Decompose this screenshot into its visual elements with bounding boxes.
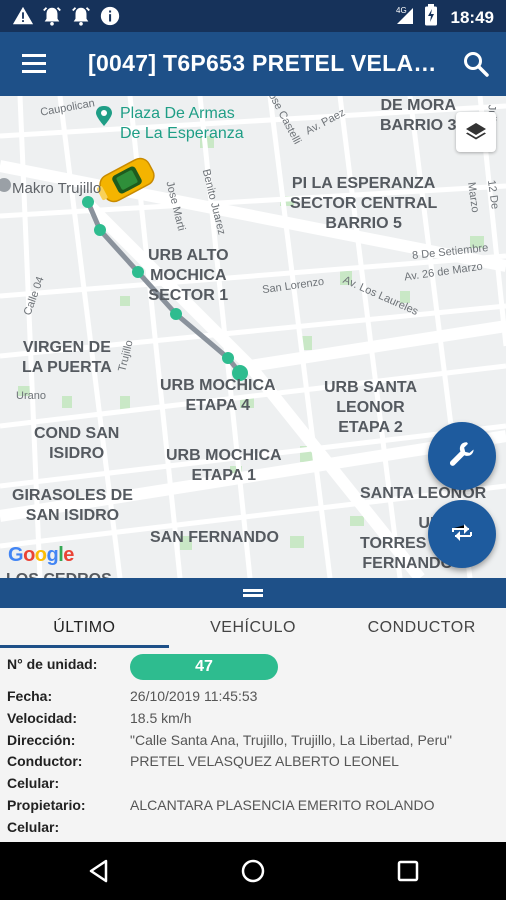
map-label-virgen-puerta: VIRGEN DE LA PUERTA <box>22 339 112 376</box>
details-panel: N° de unidad: 47 Fecha: 26/10/2019 11:45… <box>0 648 506 842</box>
celular-label: Celular: <box>7 775 60 792</box>
detail-row-conductor: Conductor: PRETEL VELASQUEZ ALBERTO LEON… <box>0 751 506 773</box>
swap-icon <box>448 518 476 551</box>
tab-conductor[interactable]: CONDUCTOR <box>337 608 506 648</box>
unit-label: N° de unidad: <box>7 656 98 672</box>
swap-button[interactable] <box>428 500 496 568</box>
map-label-urb-alto-mochica: URB ALTO MOCHICA SECTOR 1 <box>148 247 229 304</box>
map-label-urb-santa-leonor: URB SANTA LEONOR ETAPA 2 <box>324 379 418 436</box>
fecha-value: 26/10/2019 11:45:53 <box>130 688 258 704</box>
tab-bar: ÚLTIMO VEHÍCULO CONDUCTOR <box>0 608 506 648</box>
unit-badge: 47 <box>130 654 278 680</box>
propietario-value: ALCANTARA PLASENCIA EMERITO ROLANDO <box>130 796 435 813</box>
alarm-icon <box>70 5 92 32</box>
menu-icon[interactable] <box>18 50 50 78</box>
signal-4g-icon: 4G <box>395 4 415 31</box>
velocidad-label: Velocidad: <box>7 709 78 726</box>
info-icon <box>99 5 121 32</box>
system-nav-bar <box>0 842 506 900</box>
conductor-value: PRETEL VELASQUEZ ALBERTO LEONEL <box>130 753 399 770</box>
conductor-label: Conductor: <box>7 753 83 770</box>
tools-button[interactable] <box>428 422 496 490</box>
recents-icon[interactable] <box>395 858 421 884</box>
map-label-san-fernando: SAN FERNANDO <box>150 529 279 546</box>
home-icon[interactable] <box>240 858 266 884</box>
alarm-icon <box>41 5 63 32</box>
detail-row-fecha: Fecha: 26/10/2019 11:45:53 <box>0 686 506 708</box>
map-label-los-cedros: LOS CEDROS <box>6 570 112 578</box>
detail-row-velocidad: Velocidad: 18.5 km/h <box>0 708 506 730</box>
detail-row-propietario: Propietario: ALCANTARA PLASENCIA EMERITO… <box>0 795 506 817</box>
map-label-urb-mochica-4: URB MOCHICA ETAPA 4 <box>160 377 276 414</box>
google-logo: Google <box>8 544 74 566</box>
map-label-urb-mochica-1: URB MOCHICA ETAPA 1 <box>166 447 282 484</box>
tab-vehiculo[interactable]: VEHÍCULO <box>169 608 338 648</box>
vehicle-icon[interactable] <box>92 154 162 206</box>
map-label-pi-esperanza: PI LA ESPERANZA SECTOR CENTRAL BARRIO 5 <box>290 175 438 232</box>
map-label-de-mora: DE MORA BARRIO 3 <box>380 97 457 134</box>
street-label: 12 De Marzo <box>465 179 501 214</box>
detail-row-celular-propietario: Celular: <box>0 817 506 839</box>
status-bar: 4G 18:49 <box>0 0 506 32</box>
map-label-cond-san-isidro: COND SAN ISIDRO <box>34 425 120 462</box>
layers-icon[interactable] <box>456 112 496 152</box>
battery-charging-icon <box>421 4 441 31</box>
detail-row-direccion: Dirección: "Calle Santa Ana, Trujillo, T… <box>0 730 506 752</box>
direccion-value: "Calle Santa Ana, Trujillo, Trujillo, La… <box>130 731 452 748</box>
svg-text:4G: 4G <box>396 6 407 15</box>
page-title: [0047] T6P653 PRETEL VELASQUEZ ALBERTO L… <box>88 50 438 76</box>
tab-ultimo[interactable]: ÚLTIMO <box>0 608 169 648</box>
map-label-makro: Makro Trujillo <box>12 180 102 197</box>
propietario-label: Propietario: <box>7 796 86 813</box>
clock: 18:49 <box>450 7 494 27</box>
map-view[interactable]: Plaza De Armas De La Esperanza Makro Truj… <box>0 96 506 578</box>
detail-row-unit: N° de unidad: 47 <box>0 654 506 686</box>
map-label-girasoles: GIRASOLES DE SAN ISIDRO <box>12 487 133 524</box>
wrench-icon <box>447 439 477 474</box>
drag-handle-icon <box>243 589 263 597</box>
app-bar: [0047] T6P653 PRETEL VELASQUEZ ALBERTO L… <box>0 32 506 96</box>
drawer-handle[interactable] <box>0 578 506 608</box>
search-icon[interactable] <box>462 50 490 78</box>
fecha-label: Fecha: <box>7 688 53 704</box>
velocidad-value: 18.5 km/h <box>130 709 192 726</box>
warning-icon <box>12 5 34 32</box>
poi-plaza-de-armas[interactable]: Plaza De Armas De La Esperanza <box>120 104 244 144</box>
street-label: Urano <box>16 390 46 402</box>
direccion-label: Dirección: <box>7 731 76 748</box>
back-icon[interactable] <box>86 858 112 884</box>
detail-row-celular-conductor: Celular: <box>0 773 506 795</box>
celular-label: Celular: <box>7 818 60 835</box>
